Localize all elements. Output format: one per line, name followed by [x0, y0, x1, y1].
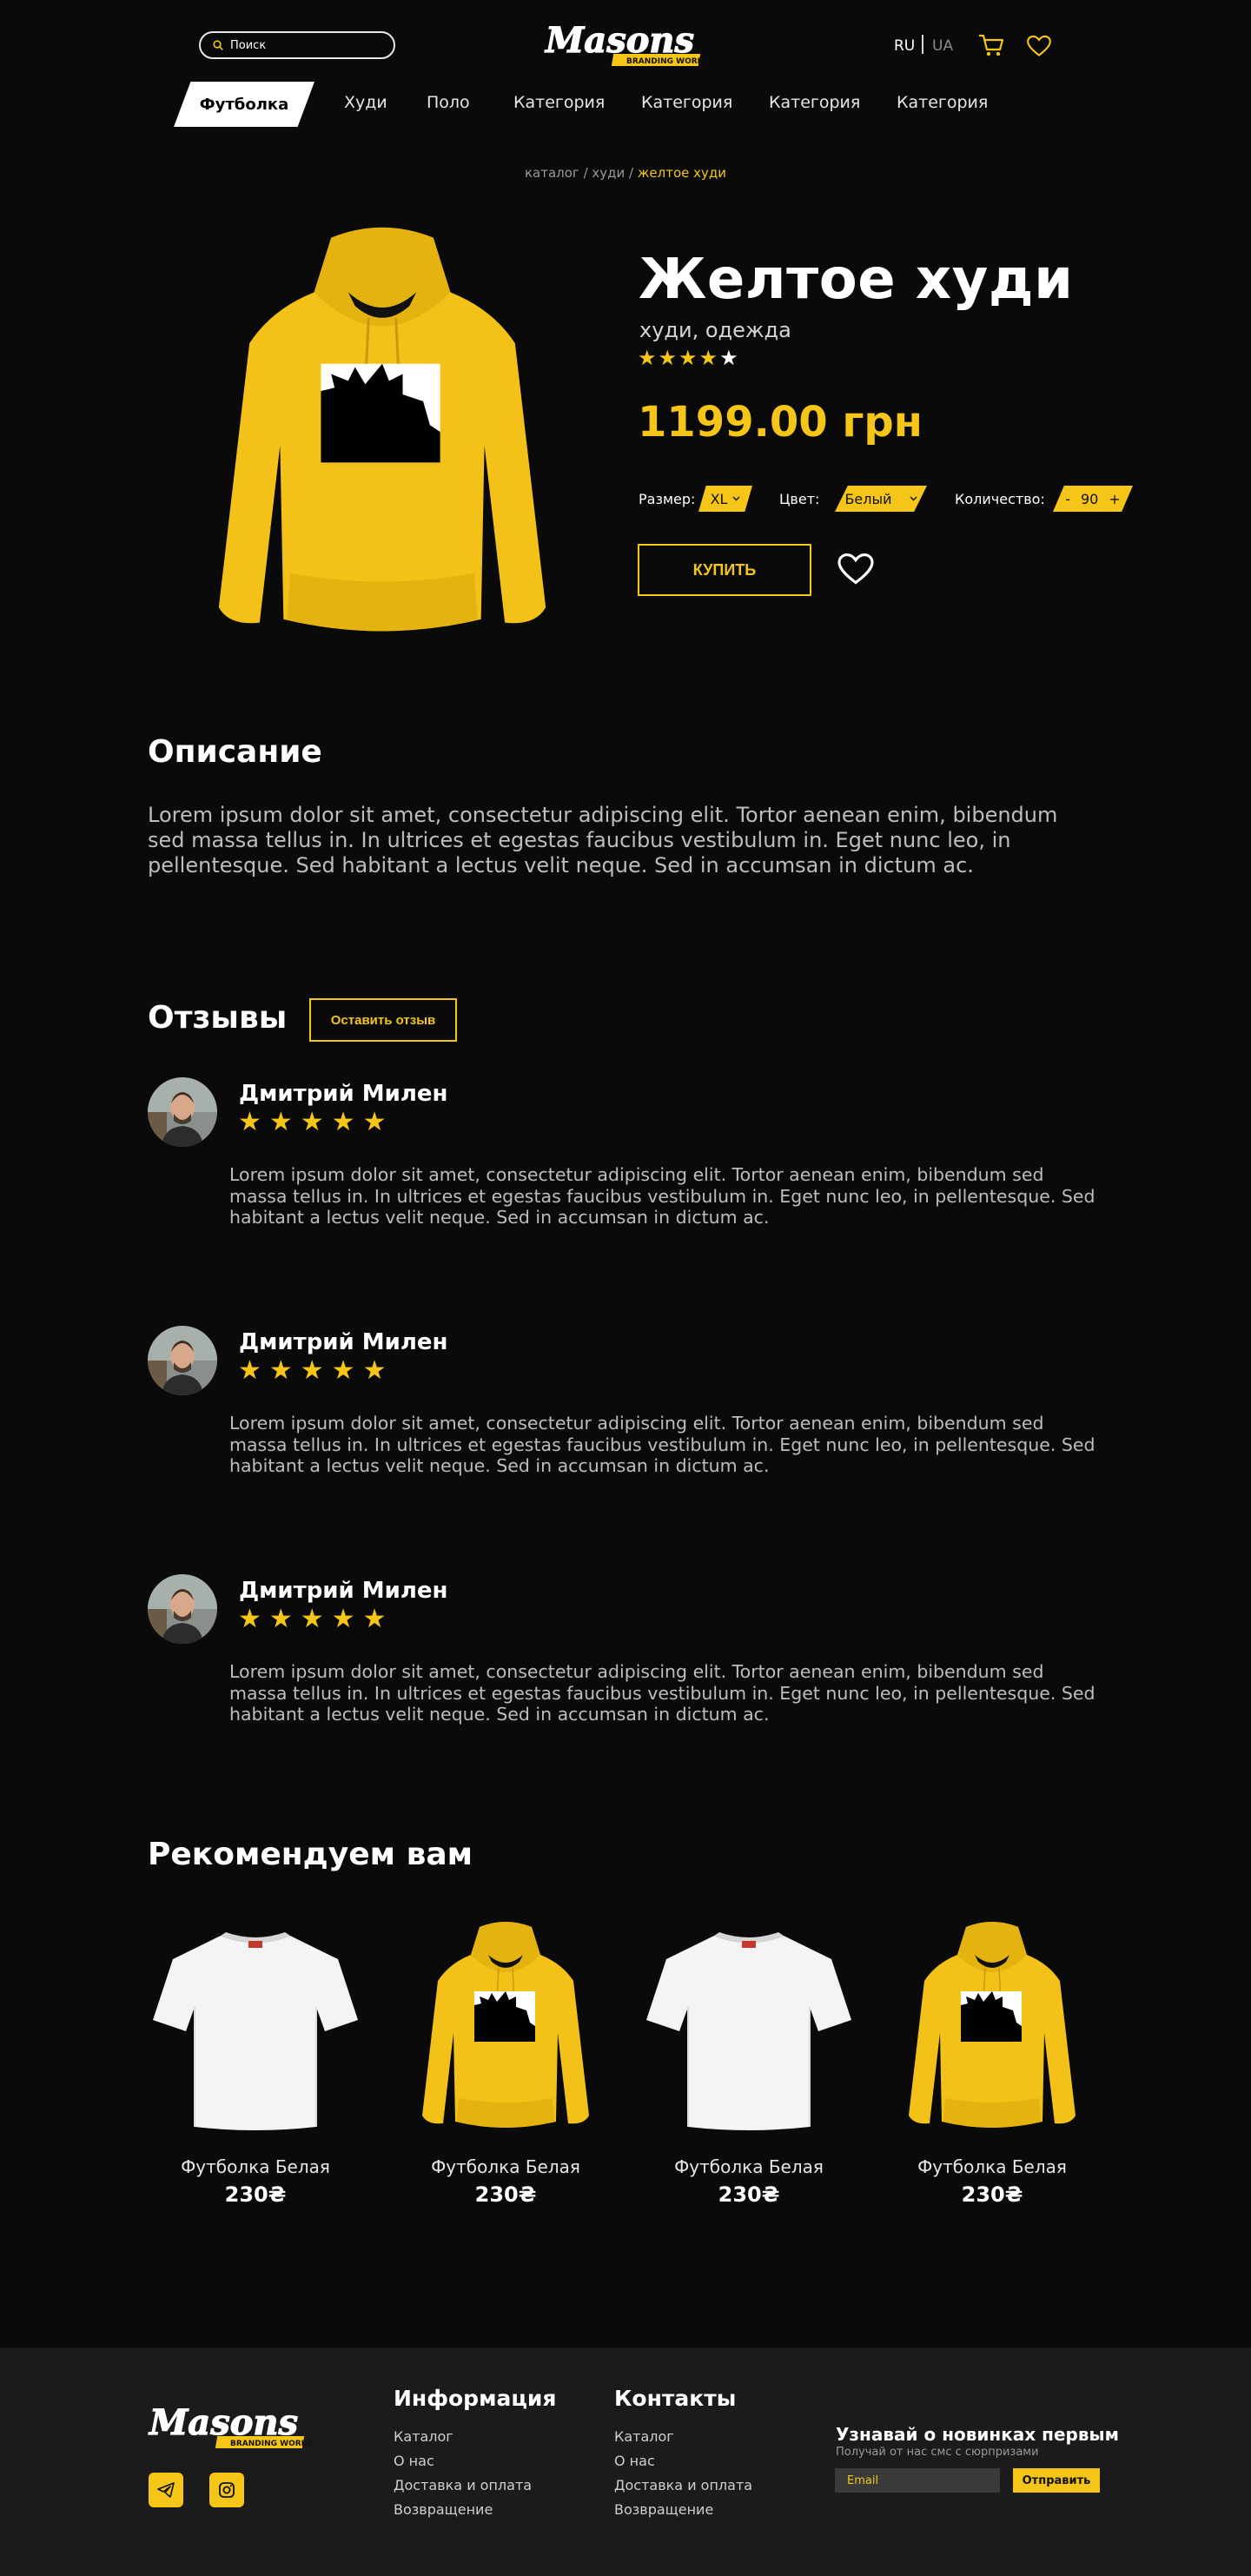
product-card-price: 230₴	[474, 2182, 537, 2207]
reviews-heading: Отзывы	[148, 1000, 288, 1036]
star-icon: ★	[678, 346, 699, 370]
quantity-label: Количество:	[955, 491, 1045, 507]
logo[interactable]: Masons BRANDING WORKSHOP	[543, 16, 728, 71]
product-card-price: 230₴	[961, 2182, 1023, 2207]
footer-link[interactable]: Каталог	[394, 2428, 453, 2445]
footer-link[interactable]: Возвращение	[614, 2501, 713, 2518]
reviewer-name: Дмитрий Милен	[239, 1329, 448, 1355]
telegram-icon	[157, 2482, 175, 2498]
logo-tagline: BRANDING WORKSHOP	[626, 57, 709, 66]
buy-button[interactable]: КУПИТЬ	[638, 544, 811, 596]
avatar	[148, 1574, 217, 1644]
review-stars: ★★★★★	[238, 1355, 394, 1386]
instagram-icon	[219, 2482, 235, 2498]
nav-item-active[interactable]: Футболка	[174, 82, 314, 127]
nav-item-category-2[interactable]: Категория	[641, 93, 732, 112]
telegram-button[interactable]	[149, 2473, 183, 2507]
quantity-stepper: - 90 +	[1053, 486, 1133, 512]
quantity-minus-button[interactable]: -	[1065, 491, 1070, 507]
nav-item-category-3[interactable]: Категория	[769, 93, 860, 112]
review-stars: ★★★★★	[238, 1604, 394, 1634]
nav-item-hoodie[interactable]: Худи	[344, 93, 387, 112]
footer-link[interactable]: Доставка и оплата	[614, 2477, 752, 2493]
quantity-plus-button[interactable]: +	[1109, 491, 1120, 507]
review-text: Lorem ipsum dolor sit amet, consectetur …	[229, 1661, 1095, 1725]
review-text: Lorem ipsum dolor sit amet, consectetur …	[229, 1413, 1095, 1476]
product-title: Желтое худи	[639, 248, 1074, 312]
lang-divider	[922, 35, 923, 54]
review-text: Lorem ipsum dolor sit amet, consectetur …	[229, 1164, 1095, 1228]
nav-item-category-1[interactable]: Категория	[513, 93, 605, 112]
newsletter-heading: Узнавай о новинках первым	[836, 2424, 1119, 2445]
footer-link[interactable]: О нас	[394, 2453, 434, 2469]
lang-ru[interactable]: RU	[894, 37, 915, 55]
product-card-name: Футболка Белая	[917, 2156, 1067, 2177]
size-select[interactable]: XL	[698, 486, 752, 512]
product-card-name: Футболка Белая	[181, 2156, 330, 2177]
footer-link[interactable]: Доставка и оплата	[394, 2477, 532, 2493]
product-card-image	[888, 1920, 1096, 2137]
leave-review-button[interactable]: Оставить отзыв	[309, 998, 457, 1042]
nav-item-polo[interactable]: Поло	[427, 93, 470, 112]
product-card-price: 230₴	[224, 2182, 287, 2207]
footer-info-heading: Информация	[394, 2386, 557, 2411]
product-card-image	[151, 1920, 360, 2137]
lang-ua[interactable]: UA	[932, 37, 953, 55]
product-price: 1199.00 грн	[638, 398, 923, 447]
star-icon: ★	[698, 346, 720, 370]
instagram-button[interactable]	[209, 2473, 244, 2507]
product-card-price: 230₴	[718, 2182, 780, 2207]
breadcrumb-separator: /	[625, 165, 638, 181]
product-rating: ★★★★★	[638, 346, 740, 370]
product-card-name: Футболка Белая	[431, 2156, 580, 2177]
star-icon: ★	[658, 346, 679, 370]
logo-tagline: BRANDING WORKSHOP	[230, 2440, 313, 2448]
star-icon: ★	[638, 346, 659, 370]
footer-logo[interactable]: Masons BRANDING WORKSHOP	[147, 2398, 332, 2453]
cart-icon[interactable]	[978, 33, 1004, 57]
nav-item-category-4[interactable]: Категория	[897, 93, 988, 112]
breadcrumb-catalog[interactable]: каталог	[525, 165, 579, 181]
product-subtitle: худи, одежда	[639, 318, 791, 342]
wishlist-heart-icon[interactable]	[837, 553, 874, 586]
breadcrumb-current: желтое худи	[637, 165, 726, 181]
breadcrumb: каталог / худи / желтое худи	[0, 165, 1251, 181]
color-label: Цвет:	[779, 491, 820, 507]
avatar	[148, 1326, 217, 1395]
footer-contacts-heading: Контакты	[614, 2386, 737, 2411]
footer-link[interactable]: О нас	[614, 2453, 655, 2469]
quantity-value[interactable]: 90	[1081, 491, 1098, 507]
email-field[interactable]	[835, 2468, 1000, 2493]
newsletter-subtext: Получай от нас смс с сюрпризами	[836, 2446, 1039, 2459]
chevron-down-icon	[732, 496, 740, 501]
recommend-heading: Рекомендуем вам	[148, 1837, 473, 1872]
review-stars: ★★★★★	[238, 1107, 394, 1137]
breadcrumb-separator: /	[579, 165, 592, 181]
product-card-image	[645, 1920, 853, 2137]
size-label: Размер:	[639, 491, 696, 507]
footer-link[interactable]: Каталог	[614, 2428, 674, 2445]
description-heading: Описание	[148, 734, 322, 770]
reviewer-name: Дмитрий Милен	[239, 1081, 448, 1107]
search-input[interactable]	[230, 38, 378, 52]
search-bar[interactable]	[199, 31, 395, 59]
star-icon: ★	[719, 346, 740, 370]
description-text: Lorem ipsum dolor sit amet, consectetur …	[148, 803, 1058, 877]
reviewer-name: Дмитрий Милен	[239, 1578, 448, 1604]
size-value: XL	[710, 490, 728, 507]
avatar	[148, 1077, 217, 1147]
send-button[interactable]: Отправить	[1013, 2468, 1100, 2493]
product-image	[208, 224, 556, 650]
product-card-name: Футболка Белая	[674, 2156, 824, 2177]
search-icon	[213, 40, 223, 50]
color-value: Белый	[844, 490, 892, 507]
footer-link[interactable]: Возвращение	[394, 2501, 493, 2518]
heart-icon[interactable]	[1027, 35, 1051, 57]
breadcrumb-hoodie[interactable]: худи	[592, 165, 625, 181]
product-card-image	[401, 1920, 610, 2137]
color-select[interactable]: Белый	[835, 486, 927, 512]
chevron-down-icon	[910, 496, 917, 501]
